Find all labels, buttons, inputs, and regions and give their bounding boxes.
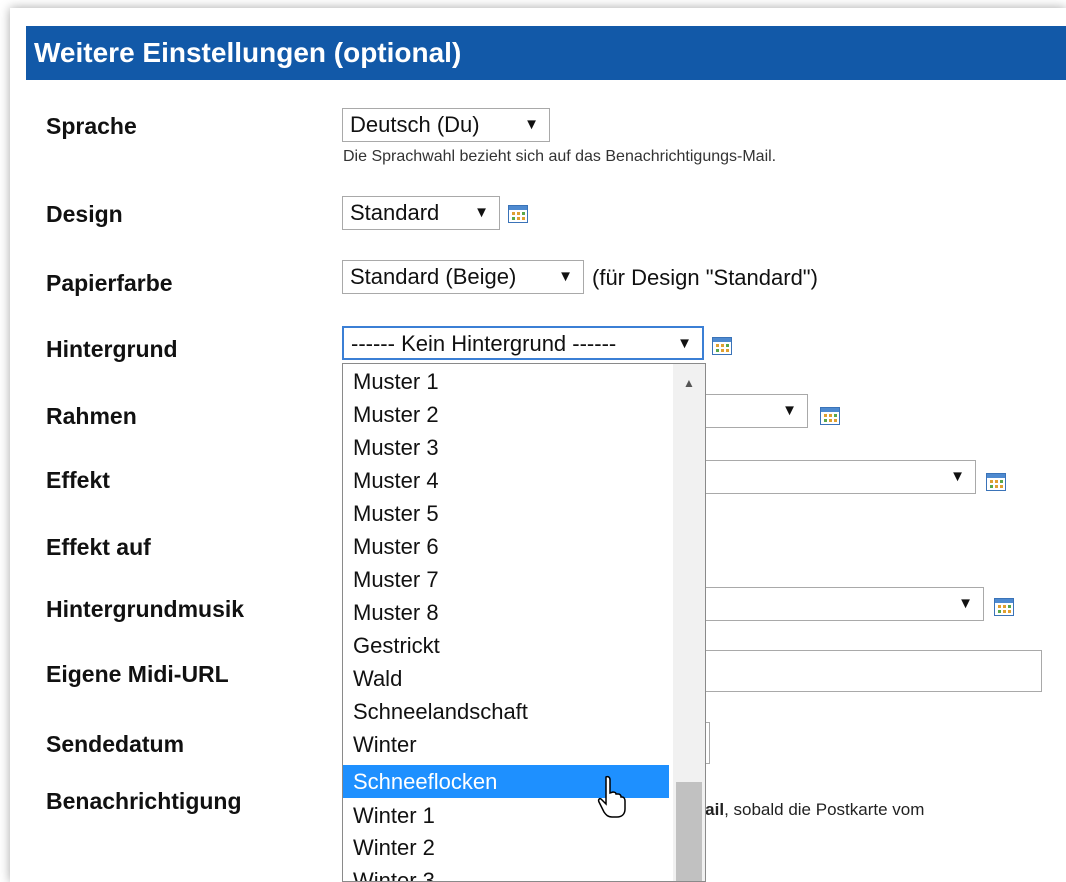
benachrichtigung-rest: , sobald die Postkarte vom	[724, 800, 925, 819]
label-sprache: Sprache	[46, 113, 137, 139]
dropdown-option[interactable]: Gestrickt	[343, 629, 669, 662]
label-sendedatum: Sendedatum	[46, 731, 185, 757]
dropdown-option[interactable]: Schneelandschaft	[343, 695, 669, 728]
dropdown-option[interactable]: Muster 6	[343, 530, 669, 563]
dropdown-option[interactable]: Winter 3	[343, 864, 669, 881]
grid-picker-icon[interactable]	[820, 407, 840, 425]
label-design: Design	[46, 201, 123, 227]
sprache-note: Die Sprachwahl bezieht sich auf das Bena…	[343, 148, 777, 165]
chevron-down-icon: ▼	[950, 468, 965, 485]
chevron-down-icon: ▼	[782, 402, 797, 419]
chevron-down-icon: ▼	[677, 335, 692, 352]
label-papierfarbe: Papierfarbe	[46, 270, 173, 296]
papierfarbe-suffix: (für Design "Standard")	[592, 265, 818, 290]
papierfarbe-select[interactable]: Standard (Beige) ▼	[342, 260, 584, 294]
sprache-value: Deutsch (Du)	[350, 112, 480, 137]
dropdown-option[interactable]: Muster 3	[343, 431, 669, 464]
chevron-down-icon: ▼	[474, 204, 489, 221]
scrollbar-thumb[interactable]	[676, 782, 702, 881]
design-value: Standard	[350, 200, 440, 225]
label-effekt: Effekt	[46, 467, 110, 493]
dropdown-option[interactable]: Muster 1	[343, 365, 669, 398]
label-effekt-auf: Effekt auf	[46, 534, 151, 560]
design-select[interactable]: Standard ▼	[342, 196, 500, 230]
papierfarbe-value: Standard (Beige)	[350, 264, 517, 289]
hintergrund-dropdown-list[interactable]: Muster 1 Muster 2 Muster 3 Muster 4 Must…	[342, 363, 706, 882]
hintergrund-select[interactable]: ------ Kein Hintergrund ------ ▼	[342, 326, 704, 360]
label-rahmen: Rahmen	[46, 403, 137, 429]
hintergrund-value: ------ Kein Hintergrund ------	[351, 331, 617, 356]
dropdown-option[interactable]: Winter 2	[343, 831, 669, 864]
scroll-up-icon[interactable]: ▲	[683, 376, 695, 390]
dropdown-scrollbar[interactable]: ▲	[673, 364, 705, 881]
mouse-pointer-icon	[597, 775, 626, 818]
grid-picker-icon[interactable]	[712, 337, 732, 355]
dropdown-option[interactable]: Wald	[343, 662, 669, 695]
label-benachrichtigung: Benachrichtigung	[46, 788, 242, 814]
grid-picker-icon[interactable]	[508, 205, 528, 223]
label-hintergrundmusik: Hintergrundmusik	[46, 596, 245, 622]
grid-picker-icon[interactable]	[994, 598, 1014, 616]
dropdown-option[interactable]: Muster 4	[343, 464, 669, 497]
chevron-down-icon: ▼	[524, 116, 539, 133]
chevron-down-icon: ▼	[958, 595, 973, 612]
label-hintergrund: Hintergrund	[46, 336, 178, 362]
benachrichtigung-text: E-Mail, sobald die Postkarte vom	[674, 800, 924, 820]
dropdown-option[interactable]: Muster 5	[343, 497, 669, 530]
dropdown-option[interactable]: Muster 8	[343, 596, 669, 629]
sprache-select[interactable]: Deutsch (Du) ▼	[342, 108, 550, 142]
grid-picker-icon[interactable]	[986, 473, 1006, 491]
label-eigene-midi-url: Eigene Midi-URL	[46, 661, 229, 687]
dropdown-option[interactable]: Muster 7	[343, 563, 669, 596]
dropdown-option[interactable]: Muster 2	[343, 398, 669, 431]
chevron-down-icon: ▼	[558, 268, 573, 285]
dropdown-option[interactable]: Winter	[343, 728, 669, 761]
panel-title: Weitere Einstellungen (optional)	[34, 37, 462, 68]
